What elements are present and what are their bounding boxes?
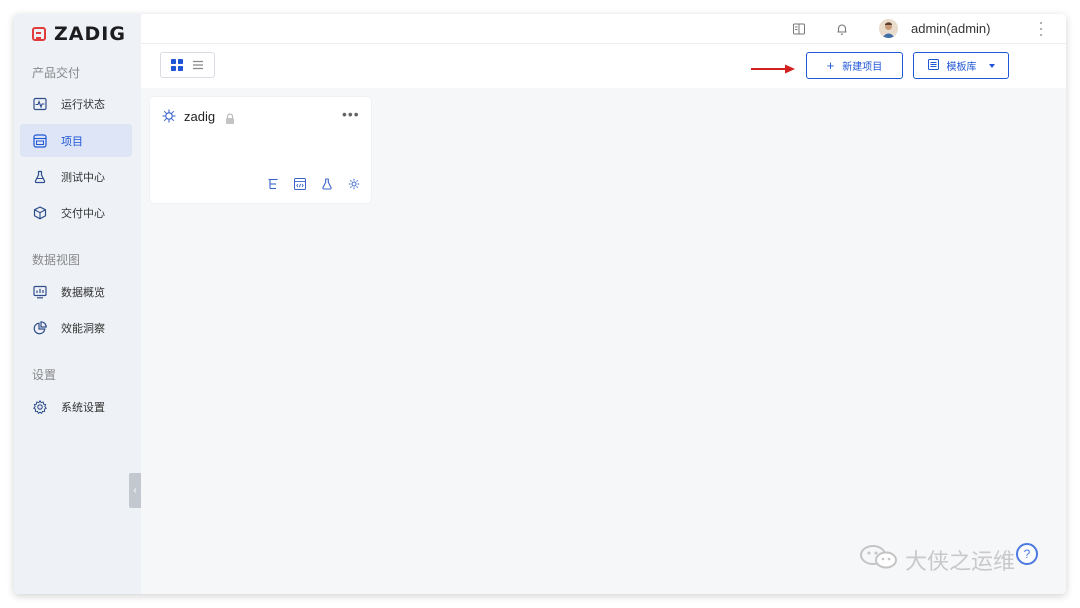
watermark: 大侠之运维 — [859, 544, 1015, 576]
username[interactable]: admin(admin) — [911, 21, 990, 36]
sidebar-item-delivery-center[interactable]: 交付中心 — [20, 196, 132, 229]
wechat-icon — [859, 544, 899, 576]
flask-icon[interactable] — [320, 177, 334, 191]
template-icon — [927, 58, 939, 73]
sidebar-item-label: 运行状态 — [61, 98, 105, 111]
sidebar-item-projects[interactable]: 项目 — [20, 124, 132, 157]
annotation-arrow — [751, 64, 795, 74]
sidebar-item-label: 项目 — [61, 135, 83, 148]
new-project-label: 新建项目 — [842, 62, 883, 73]
docs-book-icon[interactable] — [791, 21, 807, 37]
bell-icon[interactable] — [834, 21, 850, 37]
package-icon — [33, 205, 47, 220]
pie-chart-icon — [33, 320, 47, 335]
logo-text: ZADIG — [54, 23, 126, 45]
flask-icon — [33, 170, 47, 184]
app-window: ZADIG 产品交付 运行状态 项目 测试中心 交付中心 数据视图 数据概览 效… — [14, 14, 1066, 594]
sidebar-collapse-toggle[interactable]: ‹ — [129, 473, 141, 508]
list-view-icon[interactable] — [191, 58, 205, 72]
sidebar-item-data-overview[interactable]: 数据概览 — [20, 275, 132, 308]
sidebar: ZADIG 产品交付 运行状态 项目 测试中心 交付中心 数据视图 数据概览 效… — [14, 14, 141, 594]
help-float-button[interactable]: ? — [1016, 543, 1038, 565]
project-card-actions — [266, 177, 361, 191]
project-name[interactable]: zadig — [184, 109, 215, 124]
top-header: admin(admin) — [141, 14, 1066, 44]
sidebar-item-efficiency-insight[interactable]: 效能洞察 — [20, 311, 132, 344]
lock-icon — [225, 111, 235, 124]
template-library-button[interactable]: 模板库 — [913, 52, 1009, 79]
project-icon — [33, 133, 47, 148]
template-library-label: 模板库 — [946, 62, 977, 73]
grid-view-icon[interactable] — [170, 58, 184, 72]
service-gear-icon[interactable] — [347, 177, 361, 191]
watermark-text: 大侠之运维 — [905, 549, 1016, 574]
sidebar-item-system-settings[interactable]: 系统设置 — [20, 390, 132, 423]
new-project-button[interactable]: + 新建项目 — [806, 52, 903, 79]
chevron-left-icon: ‹ — [133, 485, 137, 496]
sidebar-item-status[interactable]: 运行状态 — [20, 87, 132, 120]
help-icon: ? — [1023, 547, 1031, 561]
plus-icon: + — [826, 58, 835, 73]
section-title-data-view: 数据视图 — [32, 253, 81, 267]
more-vertical-icon[interactable] — [1036, 22, 1046, 36]
sidebar-item-test-center[interactable]: 测试中心 — [20, 160, 132, 193]
code-env-icon[interactable] — [293, 177, 307, 191]
sidebar-item-label: 测试中心 — [61, 171, 105, 184]
logo[interactable]: ZADIG — [32, 23, 126, 45]
sidebar-item-label: 交付中心 — [61, 207, 105, 220]
sidebar-item-label: 系统设置 — [61, 401, 105, 414]
view-toggle — [160, 52, 215, 78]
section-title-settings: 设置 — [32, 368, 57, 382]
caret-down-icon — [988, 63, 995, 68]
projects-toolbar: + 新建项目 模板库 — [141, 44, 1066, 88]
helm-project-icon — [162, 109, 176, 123]
dashboard-chart-icon — [33, 285, 47, 299]
section-title-delivery: 产品交付 — [32, 66, 81, 80]
sidebar-item-label: 效能洞察 — [61, 322, 105, 335]
avatar[interactable] — [879, 19, 898, 38]
monitor-pulse-icon — [33, 97, 47, 111]
zadig-logo-icon — [32, 27, 46, 41]
sidebar-item-label: 数据概览 — [61, 286, 105, 299]
gear-icon — [33, 399, 47, 414]
project-card[interactable]: zadig ••• — [150, 97, 371, 203]
workflow-icon[interactable] — [266, 177, 280, 191]
more-horizontal-icon[interactable]: ••• — [342, 106, 360, 122]
